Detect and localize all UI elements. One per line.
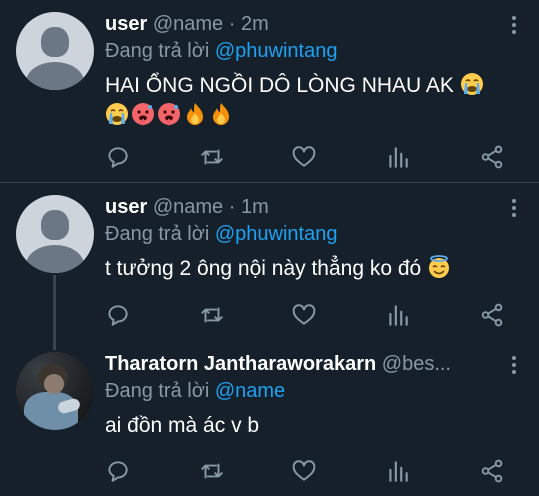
replying-prefix: Đang trả lời [105,380,215,402]
share-icon[interactable] [479,458,505,484]
display-name[interactable]: Tharatorn Jantharaworakarn [105,353,376,375]
like-icon[interactable] [291,144,317,170]
tweet-text-content: t tưởng 2 ông nội này thẳng ko đó [105,257,422,280]
tweet-text: t tưởng 2 ông nội này thẳng ko đó [105,254,519,284]
tweet-actions [105,302,505,328]
default-avatar[interactable] [16,12,94,90]
like-icon[interactable] [291,458,317,484]
tweet-meta: Tharatorn Jantharaworakarn @bes... [105,352,519,376]
more-options-icon[interactable] [511,16,517,34]
crying-face-emoji [460,72,484,96]
replying-to: Đang trả lời @phuwintang [105,221,519,247]
more-options-icon[interactable] [511,199,517,217]
more-options-icon[interactable] [511,356,517,374]
tweet-text-content: HAI ỔNG NGỒI DÔ LÒNG NHAU AK [105,74,454,97]
profile-photo-avatar[interactable] [16,352,94,430]
analytics-icon[interactable] [385,144,411,170]
hot-face-emoji [157,102,181,126]
tweet-meta: user @name · 1m [105,195,519,219]
default-avatar[interactable] [16,195,94,273]
halo-face-emoji [427,255,451,279]
like-icon[interactable] [291,302,317,328]
tweet-actions [105,458,505,484]
retweet-icon[interactable] [199,302,225,328]
thread-connector-line [53,275,56,350]
share-icon[interactable] [479,302,505,328]
fire-emoji [209,102,233,126]
tweet-divider [0,182,539,183]
share-icon[interactable] [479,144,505,170]
replying-prefix: Đang trả lời [105,40,215,62]
mention-link[interactable]: @phuwintang [215,223,338,245]
tweet-text: HAI ỔNG NGỒI DÔ LÒNG NHAU AK [105,71,519,131]
mention-link[interactable]: @name [215,380,285,402]
crying-face-emoji [105,102,129,126]
mention-link[interactable]: @phuwintang [215,40,338,62]
username[interactable]: @name [153,196,223,218]
timestamp[interactable]: 1m [241,196,269,218]
tweet-actions [105,144,505,170]
timestamp[interactable]: 2m [241,13,269,35]
retweet-icon[interactable] [199,144,225,170]
analytics-icon[interactable] [385,458,411,484]
fire-emoji [183,102,207,126]
separator-dot: · [228,13,236,35]
tweet-text: ai đồn mà ác v b [105,411,519,441]
retweet-icon[interactable] [199,458,225,484]
replying-prefix: Đang trả lời [105,223,215,245]
display-name[interactable]: user [105,196,147,218]
replying-to: Đang trả lời @name [105,378,519,404]
display-name[interactable]: user [105,13,147,35]
separator-dot: · [228,196,236,218]
username[interactable]: @bes... [382,353,451,375]
username[interactable]: @name [153,13,223,35]
reply-icon[interactable] [105,458,131,484]
tweet-meta: user @name · 2m [105,12,519,36]
analytics-icon[interactable] [385,302,411,328]
reply-icon[interactable] [105,302,131,328]
reply-icon[interactable] [105,144,131,170]
tweet-text-content: ai đồn mà ác v b [105,414,260,437]
hot-face-emoji [131,102,155,126]
replying-to: Đang trả lời @phuwintang [105,38,519,64]
